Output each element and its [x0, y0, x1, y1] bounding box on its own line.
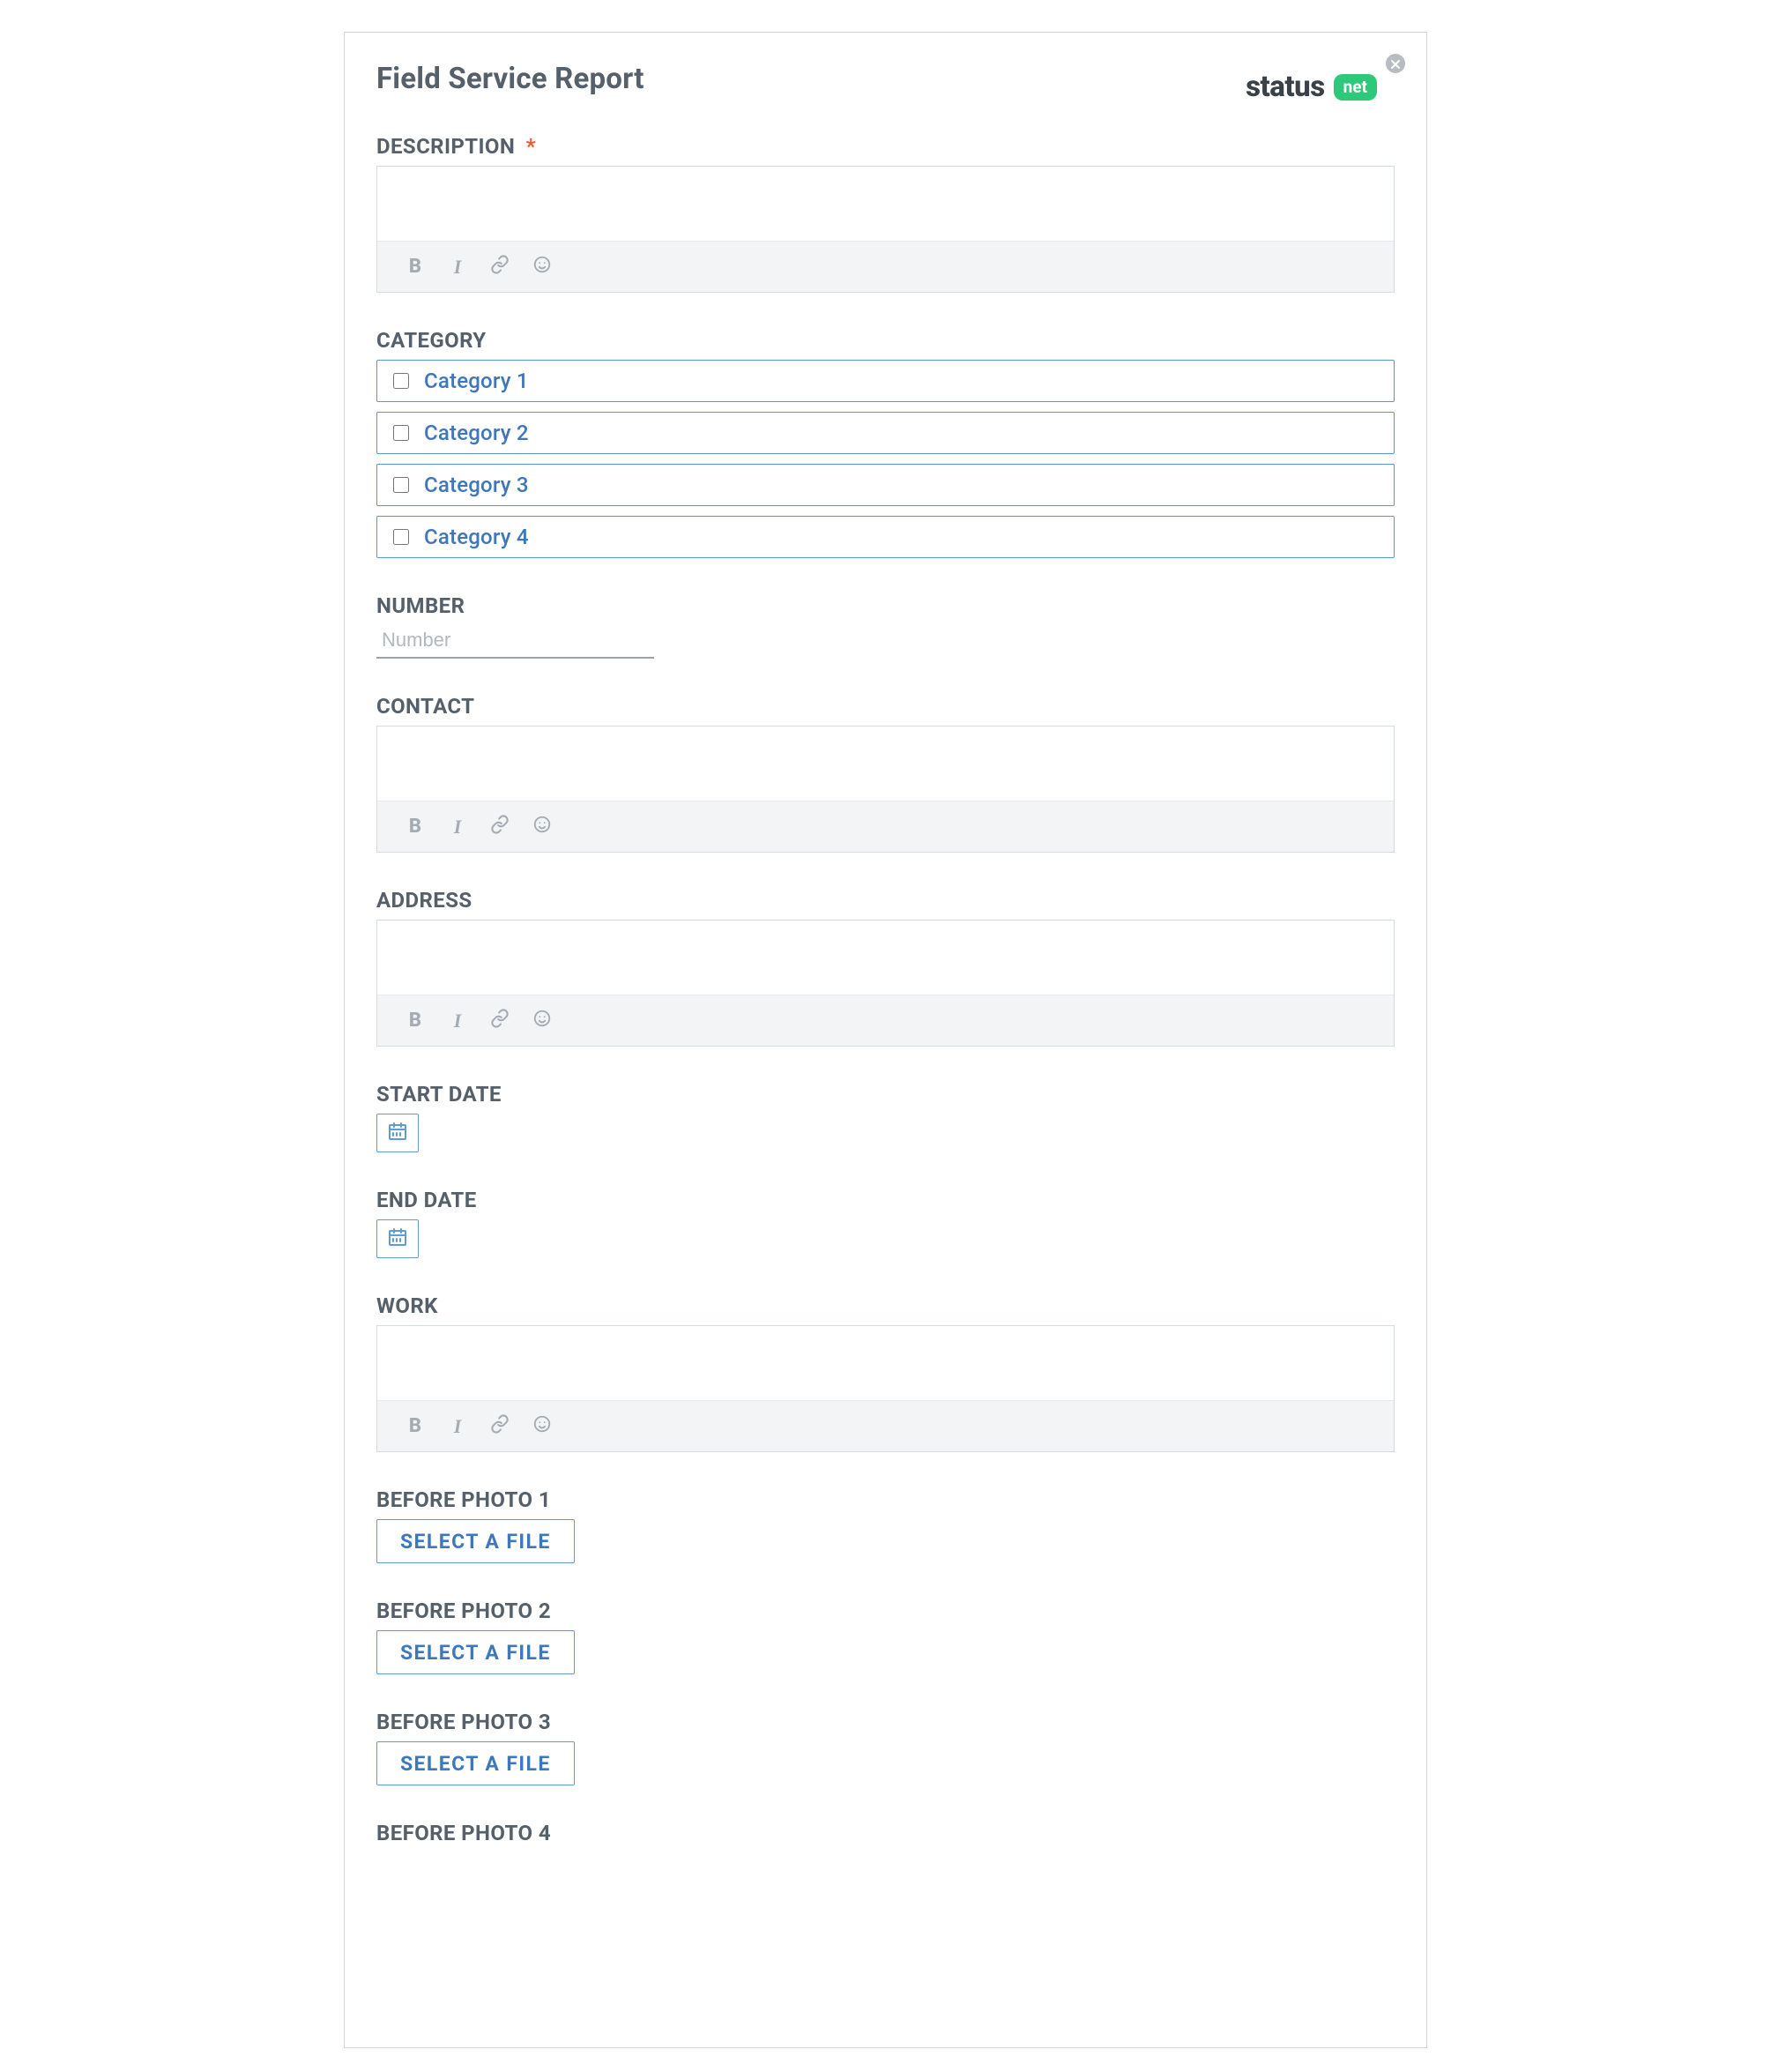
category-item-4[interactable]: Category 4: [376, 516, 1395, 558]
work-label: WORK: [376, 1293, 1395, 1318]
before-photo-3-section: BEFORE PHOTO 3 SELECT A FILE: [376, 1710, 1395, 1785]
number-input[interactable]: [376, 625, 654, 659]
italic-button[interactable]: I: [446, 1010, 469, 1032]
work-section: WORK B I: [376, 1293, 1395, 1452]
header: Field Service Report status net: [376, 50, 1395, 104]
work-toolbar: B I: [377, 1400, 1394, 1451]
emoji-button[interactable]: [531, 1415, 554, 1438]
address-label: ADDRESS: [376, 888, 1395, 913]
italic-button[interactable]: I: [446, 256, 469, 279]
end-date-button[interactable]: [376, 1219, 419, 1258]
modal-inner: Field Service Report status net DESCRIPT…: [345, 33, 1426, 1845]
start-date-section: START DATE: [376, 1082, 1395, 1152]
description-toolbar: B I: [377, 241, 1394, 292]
description-label-text: DESCRIPTION: [376, 134, 515, 159]
category-list: Category 1 Category 2 Category 3 Categor…: [376, 360, 1395, 558]
category-item-3[interactable]: Category 3: [376, 464, 1395, 506]
before-photo-4-section: BEFORE PHOTO 4: [376, 1821, 1395, 1845]
bold-button[interactable]: B: [404, 256, 427, 279]
address-section: ADDRESS B I: [376, 888, 1395, 1047]
emoji-button[interactable]: [531, 256, 554, 279]
before-photo-2-section: BEFORE PHOTO 2 SELECT A FILE: [376, 1599, 1395, 1674]
address-input[interactable]: [377, 920, 1394, 995]
contact-label: CONTACT: [376, 694, 1395, 719]
end-date-section: END DATE: [376, 1188, 1395, 1258]
link-icon: [490, 1009, 510, 1033]
brand: status net: [1246, 70, 1377, 104]
description-input[interactable]: [377, 167, 1394, 241]
close-button[interactable]: [1386, 54, 1405, 73]
calendar-icon: [387, 1121, 408, 1145]
category-section: CATEGORY Category 1 Category 2 Category …: [376, 328, 1395, 558]
contact-section: CONTACT B I: [376, 694, 1395, 853]
emoji-icon: [532, 815, 552, 839]
description-label: DESCRIPTION *: [376, 134, 1395, 159]
page-title: Field Service Report: [376, 62, 644, 96]
category-checkbox-3[interactable]: [393, 477, 409, 493]
category-label-2: Category 2: [424, 421, 529, 445]
before-photo-1-label: BEFORE PHOTO 1: [376, 1487, 1395, 1512]
before-photo-1-button[interactable]: SELECT A FILE: [376, 1519, 575, 1563]
contact-input[interactable]: [377, 727, 1394, 801]
number-label: NUMBER: [376, 593, 1395, 618]
before-photo-3-button[interactable]: SELECT A FILE: [376, 1741, 575, 1785]
link-button[interactable]: [488, 1010, 511, 1032]
bold-button[interactable]: B: [404, 816, 427, 838]
number-section: NUMBER: [376, 593, 1395, 659]
italic-button[interactable]: I: [446, 1415, 469, 1438]
before-photo-4-label: BEFORE PHOTO 4: [376, 1821, 1395, 1845]
category-label: CATEGORY: [376, 328, 1395, 353]
modal: Field Service Report status net DESCRIPT…: [344, 32, 1427, 2048]
brand-status-text: status: [1246, 70, 1325, 104]
category-checkbox-2[interactable]: [393, 425, 409, 441]
category-checkbox-4[interactable]: [393, 529, 409, 545]
description-section: DESCRIPTION * B I: [376, 134, 1395, 293]
category-label-3: Category 3: [424, 473, 529, 497]
emoji-icon: [532, 1414, 552, 1439]
emoji-icon: [532, 255, 552, 279]
category-item-1[interactable]: Category 1: [376, 360, 1395, 402]
work-input[interactable]: [377, 1326, 1394, 1400]
category-label-4: Category 4: [424, 525, 529, 549]
address-editor: B I: [376, 920, 1395, 1047]
brand-net-badge: net: [1334, 74, 1377, 101]
link-icon: [490, 1414, 510, 1439]
link-button[interactable]: [488, 256, 511, 279]
link-button[interactable]: [488, 816, 511, 838]
bold-button[interactable]: B: [404, 1010, 427, 1032]
address-toolbar: B I: [377, 995, 1394, 1046]
before-photo-1-section: BEFORE PHOTO 1 SELECT A FILE: [376, 1487, 1395, 1563]
before-photo-3-label: BEFORE PHOTO 3: [376, 1710, 1395, 1734]
category-checkbox-1[interactable]: [393, 373, 409, 389]
contact-editor: B I: [376, 726, 1395, 853]
emoji-button[interactable]: [531, 816, 554, 838]
required-star: *: [526, 134, 536, 159]
start-date-button[interactable]: [376, 1114, 419, 1152]
end-date-label: END DATE: [376, 1188, 1395, 1212]
close-icon: [1391, 56, 1400, 72]
start-date-label: START DATE: [376, 1082, 1395, 1107]
calendar-icon: [387, 1226, 408, 1251]
emoji-icon: [532, 1009, 552, 1033]
bold-button[interactable]: B: [404, 1415, 427, 1438]
link-icon: [490, 255, 510, 279]
contact-toolbar: B I: [377, 801, 1394, 852]
italic-button[interactable]: I: [446, 816, 469, 838]
category-label-1: Category 1: [424, 369, 529, 393]
link-icon: [490, 815, 510, 839]
before-photo-2-label: BEFORE PHOTO 2: [376, 1599, 1395, 1623]
emoji-button[interactable]: [531, 1010, 554, 1032]
description-editor: B I: [376, 166, 1395, 293]
link-button[interactable]: [488, 1415, 511, 1438]
work-editor: B I: [376, 1325, 1395, 1452]
category-item-2[interactable]: Category 2: [376, 412, 1395, 454]
before-photo-2-button[interactable]: SELECT A FILE: [376, 1630, 575, 1674]
